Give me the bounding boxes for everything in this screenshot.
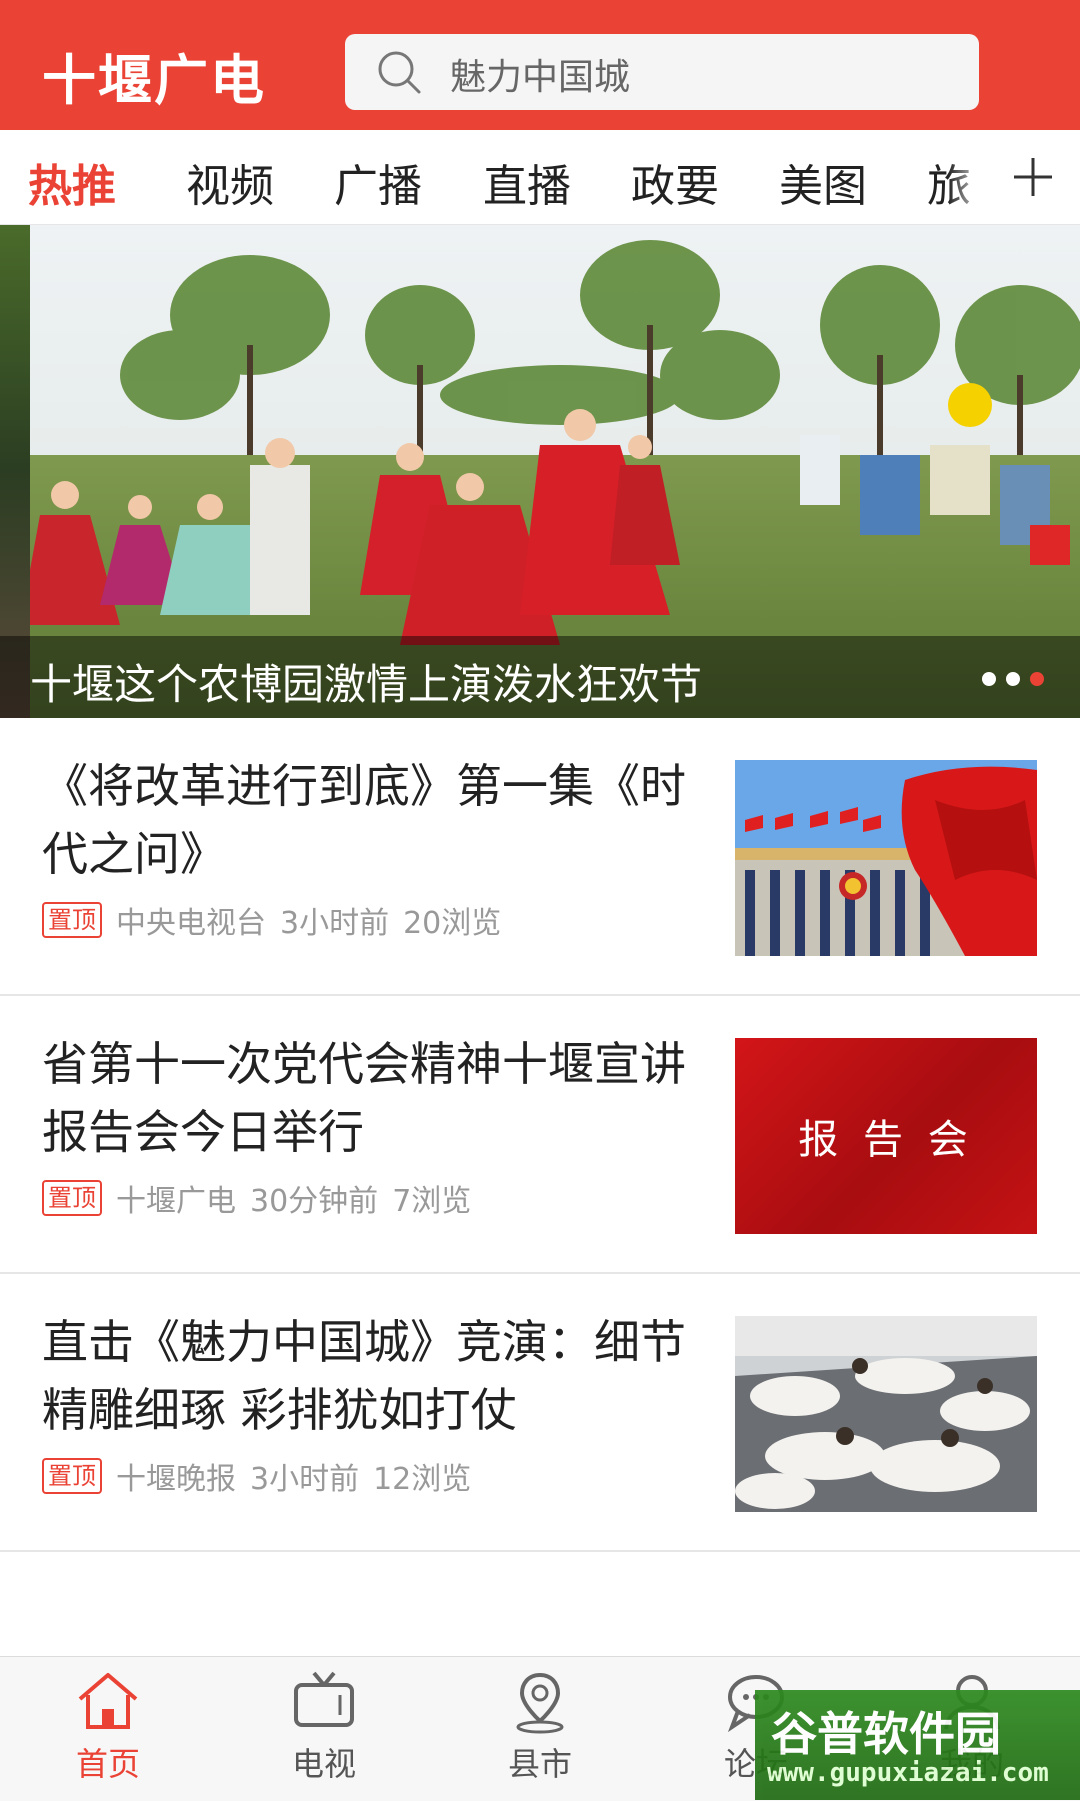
category-tabs: 热推 视频 广播 直播 政要 美图 旅 xyxy=(0,130,1080,225)
news-meta: 置顶 十堰广电 30分钟前 7浏览 xyxy=(42,1176,471,1220)
watermark-name: 谷普软件园 xyxy=(771,1707,1001,1761)
pinned-badge: 置顶 xyxy=(42,1180,102,1216)
carousel-dot xyxy=(1006,672,1020,686)
news-source: 十堰晚报 xyxy=(116,1462,236,1497)
news-meta: 置顶 十堰晚报 3小时前 12浏览 xyxy=(42,1454,471,1498)
pinned-badge: 置顶 xyxy=(42,1458,102,1494)
news-item[interactable]: 《将改革进行到底》第一集《时代之问》 置顶 中央电视台 3小时前 20浏览 xyxy=(0,718,1080,996)
tabs-fade xyxy=(948,130,988,224)
banner-carousel[interactable]: 十堰这个农博园激情上演泼水狂欢节 xyxy=(0,225,1080,718)
news-thumbnail xyxy=(735,760,1037,956)
tab-hot[interactable]: 热推 xyxy=(28,150,116,214)
news-source: 中央电视台 xyxy=(116,906,266,941)
thumbnail-text: 报 告 会 xyxy=(798,1117,974,1163)
news-views: 20浏览 xyxy=(403,906,502,941)
tab-video[interactable]: 视频 xyxy=(186,150,274,214)
news-item[interactable]: 省第十一次党代会精神十堰宣讲报告会今日举行 置顶 十堰广电 30分钟前 7浏览 … xyxy=(0,996,1080,1274)
nav-home[interactable]: 首页 xyxy=(38,1667,178,1797)
news-meta: 置顶 中央电视台 3小时前 20浏览 xyxy=(42,898,501,942)
carousel-dot xyxy=(982,672,996,686)
app-title: 十堰广电 xyxy=(42,49,266,112)
tv-icon xyxy=(294,1671,354,1727)
carousel-dot-active xyxy=(1030,672,1044,686)
banner-caption: 十堰这个农博园激情上演泼水狂欢节 xyxy=(30,660,703,709)
news-item[interactable]: 直击《魅力中国城》竞演：细节精雕细琢 彩排犹如打仗 置顶 十堰晚报 3小时前 1… xyxy=(0,1274,1080,1552)
news-source: 十堰广电 xyxy=(116,1184,236,1219)
news-title: 省第十一次党代会精神十堰宣讲报告会今日举行 xyxy=(42,1037,686,1159)
watermark-url: www.gupuxiazai.com xyxy=(767,1758,1049,1788)
nav-tv[interactable]: 电视 xyxy=(254,1667,394,1797)
location-pin-icon xyxy=(516,1672,564,1734)
nav-label: 县市 xyxy=(507,1745,572,1783)
pinned-badge: 置顶 xyxy=(42,902,102,938)
home-icon xyxy=(78,1673,138,1729)
carousel-indicator xyxy=(982,672,1044,686)
plus-icon xyxy=(1013,158,1052,196)
nav-label: 首页 xyxy=(75,1745,140,1783)
tab-radio[interactable]: 广播 xyxy=(334,150,422,214)
search-icon xyxy=(378,51,421,94)
nav-county[interactable]: 县市 xyxy=(470,1667,610,1797)
news-time: 3小时前 xyxy=(250,1462,360,1497)
top-header: 十堰广电 魅力中国城 xyxy=(0,0,1080,130)
news-views: 12浏览 xyxy=(373,1462,472,1497)
news-views: 7浏览 xyxy=(392,1184,472,1219)
news-thumbnail xyxy=(735,1316,1037,1512)
news-title: 直击《魅力中国城》竞演：细节精雕细琢 彩排犹如打仗 xyxy=(42,1315,686,1437)
news-time: 30分钟前 xyxy=(250,1184,379,1219)
tab-politics[interactable]: 政要 xyxy=(631,150,719,214)
news-title: 《将改革进行到底》第一集《时代之问》 xyxy=(42,759,686,881)
search-placeholder: 魅力中国城 xyxy=(450,57,631,98)
tab-photos[interactable]: 美图 xyxy=(779,150,867,214)
add-tab-button[interactable] xyxy=(985,130,1080,224)
search-bar[interactable]: 魅力中国城 xyxy=(345,34,979,110)
news-time: 3小时前 xyxy=(280,906,390,941)
news-thumbnail: 报 告 会 xyxy=(735,1038,1037,1234)
watermark-logo: 谷普软件园 www.gupuxiazai.com xyxy=(755,1690,1080,1800)
nav-label: 电视 xyxy=(291,1745,356,1783)
tab-live[interactable]: 直播 xyxy=(483,150,571,214)
